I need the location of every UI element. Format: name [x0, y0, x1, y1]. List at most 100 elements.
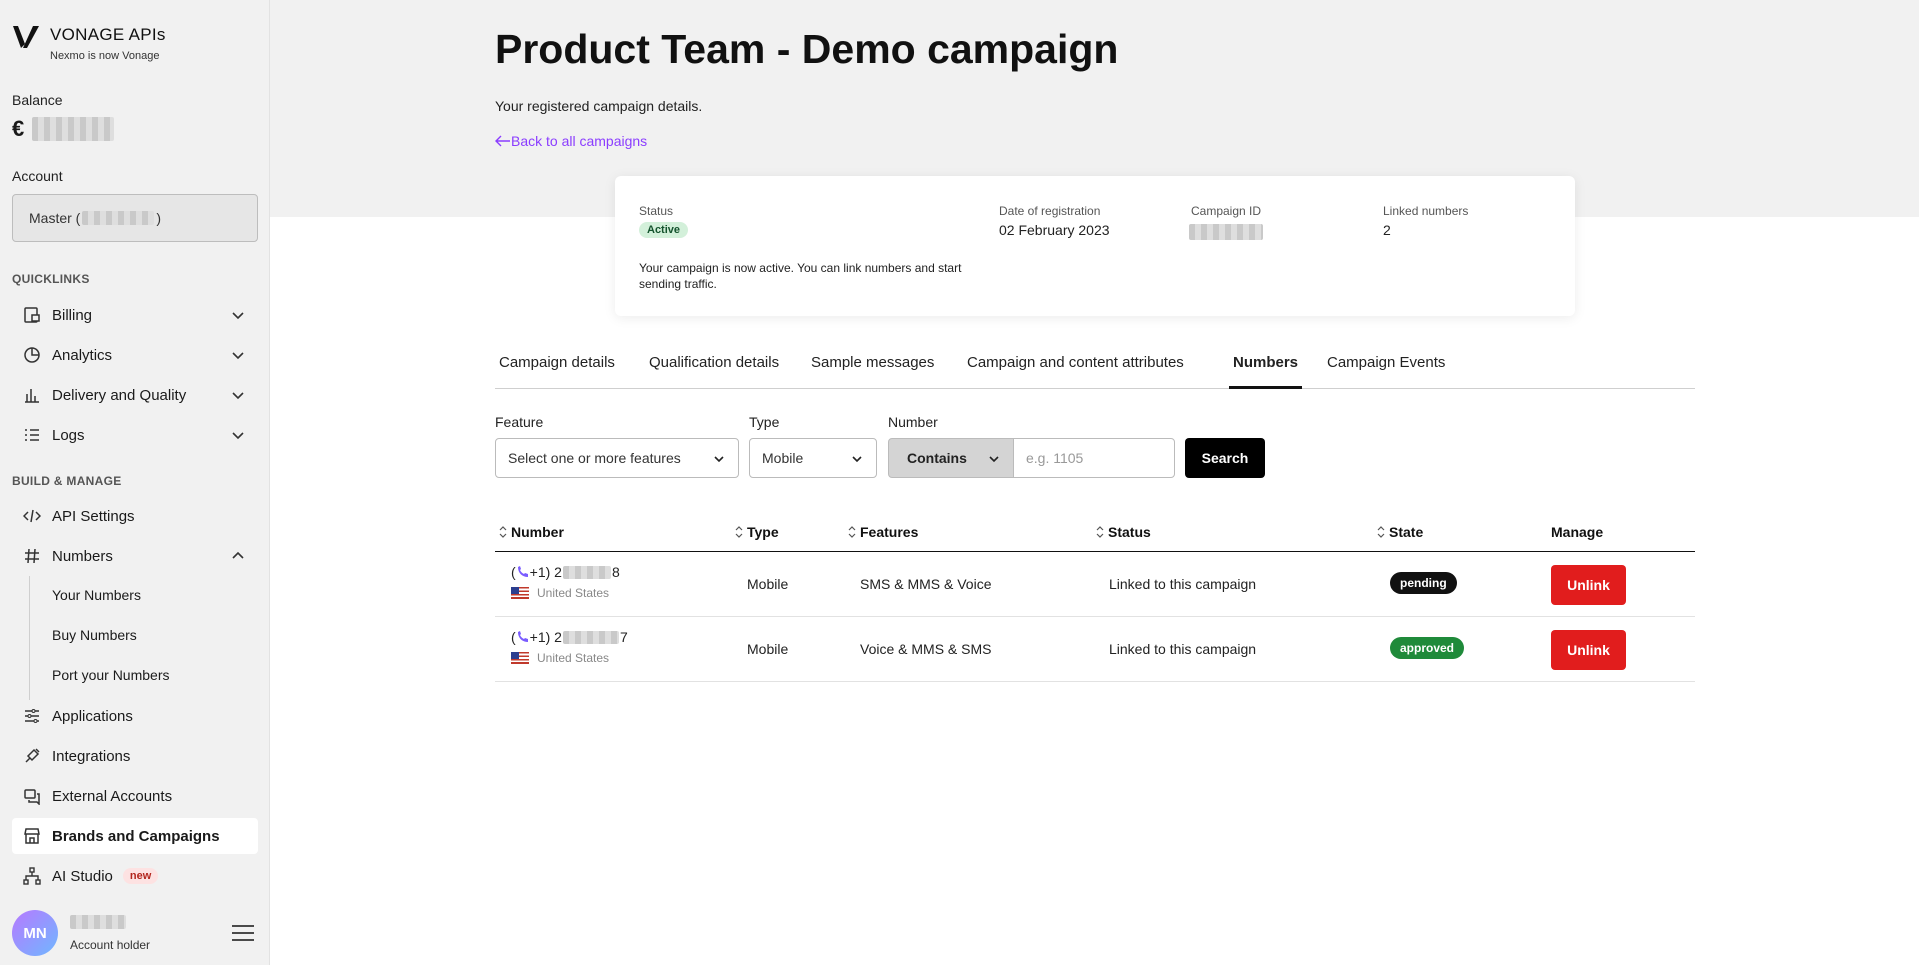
chevron-down-icon — [989, 456, 999, 463]
number-label: Number — [888, 414, 938, 430]
tab-sample-messages[interactable]: Sample messages — [807, 352, 938, 389]
status-note: Your campaign is now active. You can lin… — [639, 261, 962, 291]
sidebar-item-label: API Settings — [52, 507, 135, 525]
date-value: 02 February 2023 — [999, 222, 1110, 238]
number-suffix: 8 — [611, 564, 620, 580]
campaign-id-label: Campaign ID — [1191, 204, 1262, 218]
logs-icon — [22, 425, 42, 445]
linked-numbers-value: 2 — [1383, 222, 1391, 238]
avatar: MN — [12, 910, 58, 956]
account-select[interactable]: Master ( ) — [12, 194, 258, 242]
sidebar-subitem-your-numbers[interactable]: Your Numbers — [52, 587, 141, 603]
sort-icon — [499, 526, 507, 538]
sidebar-item-api-settings[interactable]: API Settings — [12, 498, 258, 534]
features-cell: SMS & MMS & Voice — [860, 576, 992, 592]
plug-icon — [22, 746, 42, 766]
redacted-campaign-id — [1189, 224, 1263, 240]
sort-icon — [1096, 526, 1104, 538]
column-header-state[interactable]: State — [1377, 524, 1423, 540]
hamburger-menu-icon[interactable] — [232, 924, 254, 942]
user-role: Account holder — [70, 937, 151, 952]
sidebar-subitem-port-numbers[interactable]: Port your Numbers — [52, 667, 169, 683]
phone-icon — [517, 566, 528, 577]
table-header: Number Type Features Status State Manage — [495, 516, 1695, 552]
column-header-number[interactable]: Number — [499, 524, 564, 540]
redacted-number — [562, 630, 619, 644]
page-description: Your registered campaign details. — [495, 98, 703, 114]
flow-icon — [22, 866, 42, 886]
sidebar-item-logs[interactable]: Logs — [12, 417, 258, 453]
state-badge: approved — [1390, 637, 1465, 659]
features-cell: Voice & MMS & SMS — [860, 641, 992, 657]
column-header-label: Status — [1108, 524, 1151, 540]
number-search-input[interactable] — [1013, 438, 1175, 478]
account-suffix: ) — [156, 210, 162, 226]
account-label: Account — [12, 168, 63, 184]
feature-select[interactable]: Select one or more features — [495, 438, 739, 478]
sidebar-item-delivery-quality[interactable]: Delivery and Quality — [12, 377, 258, 413]
sidebar-item-label: AI Studio — [52, 867, 113, 885]
sidebar-item-external-accounts[interactable]: External Accounts — [12, 778, 258, 814]
redacted-account-id — [82, 211, 155, 225]
tab-campaign-content-attributes[interactable]: Campaign and content attributes — [963, 352, 1188, 389]
status-cell: Linked to this campaign — [1109, 641, 1257, 657]
vonage-logo[interactable]: VONAGE APIs Nexmo is now Vonage — [12, 24, 166, 62]
column-header-status[interactable]: Status — [1096, 524, 1151, 540]
type-cell: Mobile — [747, 576, 789, 592]
tab-numbers[interactable]: Numbers — [1229, 352, 1303, 389]
sidebar-item-ai-studio[interactable]: AI Studio new — [12, 858, 258, 894]
redacted-balance — [32, 117, 115, 141]
tab-campaign-events[interactable]: Campaign Events — [1323, 352, 1449, 389]
chevron-down-icon — [232, 432, 244, 440]
column-header-type[interactable]: Type — [735, 524, 779, 540]
back-link-label: Back to all campaigns — [511, 133, 648, 149]
sidebar-item-label: Delivery and Quality — [52, 386, 187, 404]
tab-campaign-details[interactable]: Campaign details — [495, 352, 619, 389]
sidebar-item-analytics[interactable]: Analytics — [12, 337, 258, 373]
unlink-button[interactable]: Unlink — [1551, 565, 1626, 605]
table-row: ( +1) 2 7 United States Mobile Voice & M… — [495, 617, 1695, 682]
type-select[interactable]: Mobile — [749, 438, 877, 478]
campaign-tabs: Campaign details Qualification details S… — [495, 352, 1695, 389]
sort-icon — [735, 526, 743, 538]
sidebar-item-label: Billing — [52, 306, 93, 324]
applications-icon — [22, 706, 42, 726]
sidebar-item-label: Brands and Campaigns — [52, 827, 220, 845]
column-header-label: State — [1389, 524, 1424, 540]
store-icon — [22, 826, 42, 846]
sidebar-subitem-buy-numbers[interactable]: Buy Numbers — [52, 627, 137, 643]
column-header-manage: Manage — [1551, 524, 1603, 540]
tab-qualification-details[interactable]: Qualification details — [645, 352, 783, 389]
match-type-select[interactable]: Contains — [888, 438, 1014, 478]
sort-icon — [848, 526, 856, 538]
balance-label: Balance — [12, 92, 63, 108]
page-title: Product Team - Demo campaign — [495, 26, 1119, 72]
status-label: Status — [639, 204, 674, 218]
feature-placeholder: Select one or more features — [508, 450, 681, 466]
currency-symbol: € — [12, 116, 25, 141]
code-icon — [22, 506, 42, 526]
type-cell: Mobile — [747, 641, 789, 657]
chevron-up-icon — [232, 551, 244, 559]
sidebar-item-numbers[interactable]: Numbers — [12, 538, 258, 574]
chevron-down-icon — [232, 392, 244, 400]
chevron-down-icon — [852, 456, 862, 463]
back-link[interactable]: Back to all campaigns — [495, 133, 647, 149]
search-button[interactable]: Search — [1185, 438, 1265, 478]
country-name: United States — [537, 651, 610, 665]
billing-icon — [22, 305, 42, 325]
sidebar-item-brands-campaigns[interactable]: Brands and Campaigns — [12, 818, 258, 854]
campaign-summary-card: Status Active Your campaign is now activ… — [615, 176, 1575, 316]
sidebar-item-integrations[interactable]: Integrations — [12, 738, 258, 774]
column-header-features[interactable]: Features — [848, 524, 918, 540]
quicklinks-heading: QUICKLINKS — [12, 272, 90, 286]
unlink-button[interactable]: Unlink — [1551, 630, 1626, 670]
bar-chart-icon — [22, 385, 42, 405]
balance-value: € — [12, 116, 115, 142]
sidebar-item-billing[interactable]: Billing — [12, 297, 258, 333]
user-menu[interactable]: MN Account holder — [12, 910, 150, 956]
column-header-label: Manage — [1551, 524, 1604, 540]
column-header-label: Number — [511, 524, 564, 540]
chevron-down-icon — [714, 456, 724, 463]
sidebar-item-applications[interactable]: Applications — [12, 698, 258, 734]
